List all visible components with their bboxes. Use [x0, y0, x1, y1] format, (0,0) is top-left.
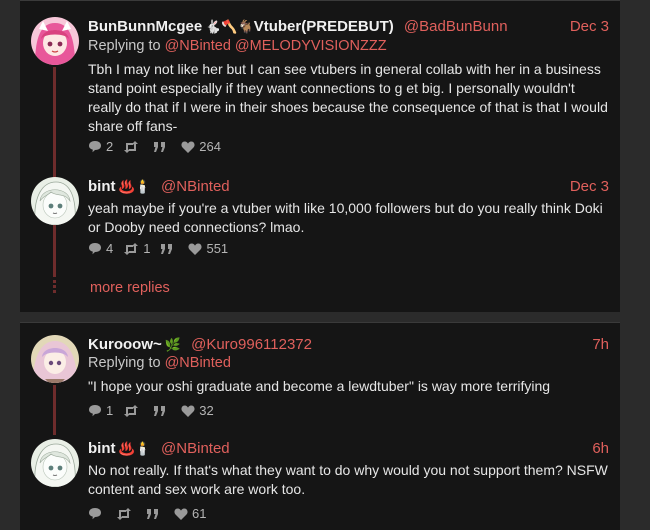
replying-to-label: Replying to — [88, 38, 161, 54]
replying-to-label: Replying to — [88, 355, 161, 371]
display-name[interactable]: bint — [88, 178, 116, 195]
reply-count: 2 — [106, 139, 114, 154]
tweet-date[interactable]: 7h — [592, 336, 609, 353]
tweet-text: Tbh I may not like her but I can see vtu… — [88, 61, 608, 134]
mention-link[interactable]: @MELODYVISIONZZZ — [235, 38, 387, 54]
thread-card: Kurooow~ 🌿 @Kuro996112372 7h Replying to … — [20, 322, 620, 530]
display-name[interactable]: Kurooow~ — [88, 336, 162, 353]
retweet-icon — [124, 140, 139, 153]
user-handle[interactable]: @NBinted — [161, 440, 230, 457]
like-count: 551 — [206, 241, 229, 256]
replying-to: Replying to @NBinted — [88, 355, 231, 371]
quote-button[interactable] — [146, 508, 164, 519]
tweet-text: "I hope your oshi graduate and become a … — [88, 378, 551, 394]
reply-button[interactable]: 4 — [88, 241, 113, 256]
reply-icon — [89, 243, 101, 255]
quote-button[interactable] — [153, 141, 171, 152]
heart-icon — [181, 405, 195, 417]
avatar[interactable] — [31, 177, 79, 225]
retweet-button[interactable]: 1 — [123, 241, 150, 256]
name-emojis: ♨️🕯️ — [118, 441, 151, 456]
tweet-date[interactable]: Dec 3 — [570, 18, 609, 35]
mention-link[interactable]: @NBinted — [165, 355, 231, 371]
name-emojis: ♨️🕯️ — [118, 179, 151, 194]
tweet-date[interactable]: Dec 3 — [570, 178, 609, 195]
quote-icon — [154, 405, 166, 416]
avatar[interactable] — [31, 439, 79, 487]
more-replies-link[interactable]: more replies — [90, 280, 170, 296]
tweet-actions: 61 — [88, 506, 216, 521]
tweet-actions: 4 1 551 — [88, 241, 238, 256]
display-name[interactable]: bint — [88, 440, 116, 457]
tweet-date[interactable]: 6h — [592, 440, 609, 457]
quote-button[interactable] — [153, 405, 171, 416]
like-count: 264 — [199, 139, 221, 154]
avatar[interactable] — [31, 335, 79, 383]
retweet-button[interactable] — [123, 140, 143, 153]
display-name-suffix[interactable]: Vtuber(PREDEBUT) — [254, 18, 394, 35]
reply-button[interactable]: 1 — [88, 403, 113, 418]
heart-icon — [181, 141, 195, 153]
like-button[interactable]: 264 — [181, 139, 221, 154]
tweet[interactable]: BunBunnMcgee 🐇🪓🐐Vtuber(PREDEBUT) @BadBunB… — [20, 17, 620, 167]
retweet-button[interactable] — [116, 507, 136, 520]
tweet-actions: 1 32 — [88, 403, 224, 418]
like-button[interactable]: 32 — [181, 403, 214, 418]
like-button[interactable]: 551 — [188, 241, 228, 256]
user-handle[interactable]: @NBinted — [161, 178, 230, 195]
retweet-icon — [124, 242, 139, 255]
mention-link[interactable]: @NBinted — [165, 38, 231, 54]
like-button[interactable]: 61 — [174, 506, 206, 521]
user-handle[interactable]: @Kuro996112372 — [191, 336, 312, 353]
retweet-button[interactable] — [123, 404, 143, 417]
tweet[interactable]: bint ♨️🕯️ @NBinted Dec 3 yeah maybe if yo… — [20, 177, 620, 267]
display-name[interactable]: BunBunnMcgee — [88, 18, 202, 35]
tweet[interactable]: bint ♨️🕯️ @NBinted 6h No not really. If t… — [20, 439, 620, 529]
tweet[interactable]: Kurooow~ 🌿 @Kuro996112372 7h Replying to … — [20, 335, 620, 425]
tweet-actions: 2 264 — [88, 139, 231, 154]
reply-count: 1 — [106, 403, 114, 418]
tweet-text: yeah maybe if you're a vtuber with like … — [88, 200, 603, 235]
retweet-icon — [117, 507, 131, 520]
reply-icon — [89, 508, 101, 520]
reply-button[interactable] — [88, 507, 106, 520]
thread-card: BunBunnMcgee 🐇🪓🐐Vtuber(PREDEBUT) @BadBunB… — [20, 0, 620, 312]
thread-dots — [53, 280, 56, 295]
retweet-icon — [124, 404, 139, 417]
quote-icon — [161, 243, 173, 254]
like-count: 32 — [199, 403, 214, 418]
reply-button[interactable]: 2 — [88, 139, 113, 154]
like-count: 61 — [192, 506, 207, 521]
replying-to: Replying to @NBinted @MELODYVISIONZZZ — [88, 38, 387, 54]
heart-icon — [174, 508, 188, 520]
reply-icon — [89, 141, 101, 153]
quote-icon — [154, 141, 166, 152]
quote-icon — [147, 508, 158, 519]
heart-icon — [188, 243, 203, 255]
avatar[interactable] — [31, 17, 79, 65]
user-handle[interactable]: @BadBunBunn — [404, 18, 508, 35]
name-emojis: 🌿 — [164, 337, 181, 352]
reply-icon — [89, 405, 101, 417]
tweet-text: No not really. If that's what they want … — [88, 462, 608, 497]
name-emojis: 🐇🪓🐐 — [205, 19, 254, 34]
reply-count: 4 — [106, 241, 114, 256]
retweet-count: 1 — [143, 241, 151, 256]
quote-button[interactable] — [160, 243, 178, 254]
